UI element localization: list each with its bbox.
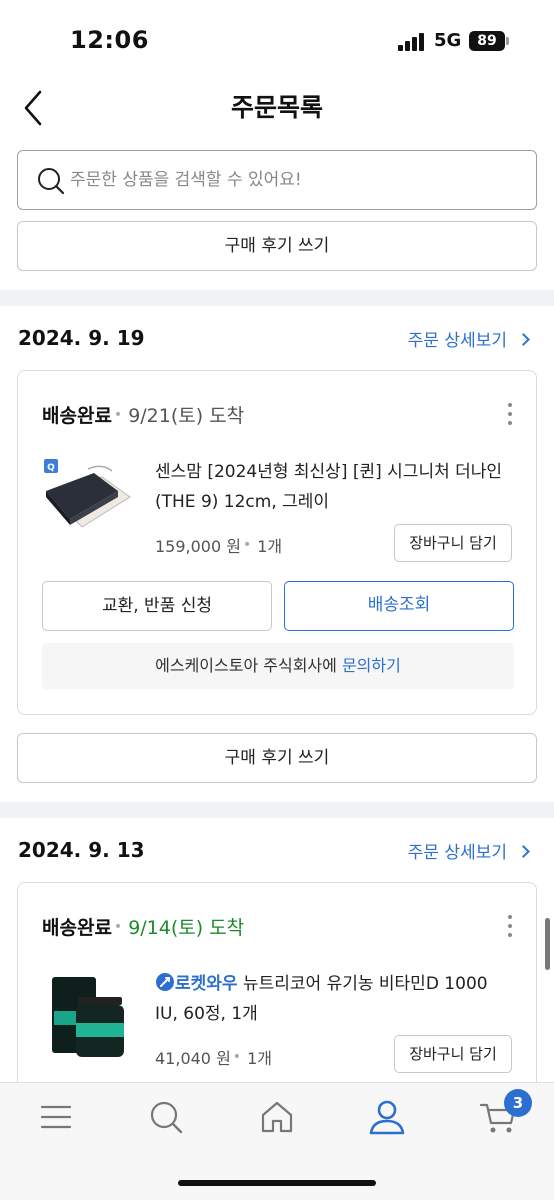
svg-text:Q: Q	[47, 463, 55, 473]
order-detail-link[interactable]: 주문 상세보기	[407, 838, 530, 863]
chevron-right-icon	[517, 845, 530, 858]
search-input[interactable]	[70, 163, 520, 197]
section-divider	[0, 802, 554, 818]
quantity: 1개	[247, 1049, 272, 1068]
order-card: 배송완료 • 9/21(토) 도착 Q 센스맘 [2024년형 최신상] [퀸] 시…	[17, 370, 537, 715]
battery-tip	[506, 37, 509, 45]
home-indicator[interactable]	[178, 1180, 376, 1186]
rocket-wow-badge: 로켓와우	[155, 973, 238, 994]
search-icon	[36, 166, 66, 196]
status-label: 배송완료	[42, 917, 112, 939]
rocket-wow-label: 로켓와우	[175, 974, 238, 994]
seller-inquiry: 에스케이스토아 주식회사에 문의하기	[42, 643, 514, 689]
arrival-date: 9/21(토) 도착	[128, 405, 245, 427]
seller-text: 에스케이스토아 주식회사에	[155, 656, 342, 675]
user-icon[interactable]	[367, 1097, 407, 1137]
status-label: 배송완료	[42, 405, 112, 427]
home-icon[interactable]	[257, 1097, 297, 1137]
order-date: 2024. 9. 19	[18, 326, 145, 350]
order-detail-link[interactable]: 주문 상세보기	[407, 326, 530, 351]
status-time: 12:06	[70, 26, 149, 54]
order-detail-label: 주문 상세보기	[407, 843, 507, 863]
product-name[interactable]: 로켓와우 뉴트리코어 유기농 비타민D 1000 IU, 60정, 1개	[155, 969, 515, 1029]
battery-icon: 89	[469, 31, 505, 51]
search-box[interactable]	[17, 150, 537, 210]
network-label: 5G	[434, 30, 462, 51]
more-options-icon[interactable]	[500, 401, 520, 427]
menu-icon[interactable]	[36, 1097, 76, 1137]
signal-icon	[398, 33, 426, 51]
status-bar: 12:06 5G 89	[0, 0, 554, 80]
product-name[interactable]: 센스맘 [2024년형 최신상] [퀸] 시그니처 더나인 (THE 9) 12…	[155, 457, 515, 517]
page-header: 주문목록	[0, 80, 554, 140]
quantity: 1개	[257, 537, 283, 556]
rocket-icon	[156, 973, 174, 991]
add-to-cart-button[interactable]: 장바구니 담기	[394, 1035, 512, 1073]
arrival-date: 9/14(토) 도착	[128, 917, 245, 939]
price-quantity: 159,000 원 • 1개	[155, 537, 283, 556]
price-quantity: 41,040 원 • 1개	[155, 1049, 272, 1068]
write-review-button[interactable]: 구매 후기 쓰기	[17, 221, 537, 271]
add-to-cart-button[interactable]: 장바구니 담기	[394, 524, 512, 562]
product-image[interactable]: Q	[42, 457, 132, 547]
product-image[interactable]	[42, 971, 132, 1061]
track-delivery-button[interactable]: 배송조회	[284, 581, 514, 631]
scrollbar[interactable]	[545, 918, 550, 970]
order-detail-label: 주문 상세보기	[407, 331, 507, 351]
order-date: 2024. 9. 13	[18, 838, 145, 862]
shipping-status: 배송완료 • 9/14(토) 도착	[42, 917, 245, 939]
exchange-return-button[interactable]: 교환, 반품 신청	[42, 581, 272, 631]
price: 41,040 원	[155, 1049, 231, 1068]
write-review-button[interactable]: 구매 후기 쓰기	[17, 733, 537, 783]
more-options-icon[interactable]	[500, 913, 520, 939]
cart-count-badge: 3	[504, 1089, 532, 1117]
price: 159,000 원	[155, 537, 241, 556]
shipping-status: 배송완료 • 9/21(토) 도착	[42, 405, 245, 427]
chevron-right-icon	[517, 333, 530, 346]
inquiry-link[interactable]: 문의하기	[342, 656, 401, 675]
search-icon[interactable]	[146, 1097, 186, 1137]
section-divider	[0, 290, 554, 306]
page-title: 주문목록	[230, 93, 323, 122]
